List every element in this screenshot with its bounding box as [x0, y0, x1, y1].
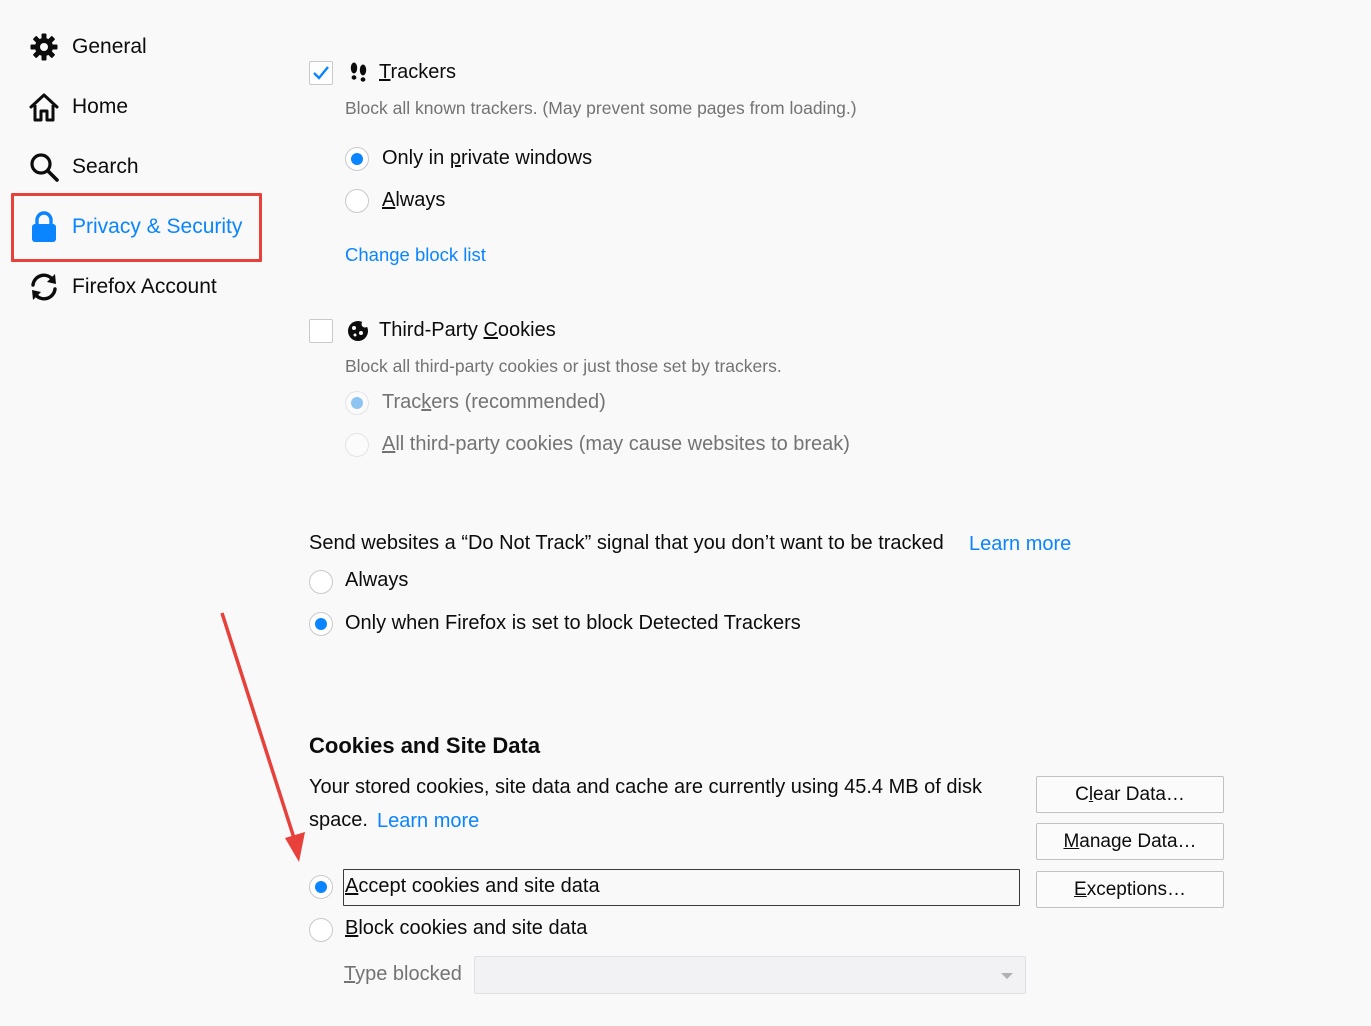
- trackers-private-label[interactable]: Only in private windows: [382, 147, 592, 170]
- dnt-always-radio[interactable]: [309, 570, 333, 594]
- sidebar-item-privacy-security[interactable]: Privacy & Security: [28, 207, 242, 247]
- chevron-down-icon: [1001, 973, 1013, 979]
- change-block-list-link[interactable]: Change block list: [345, 244, 486, 266]
- trackers-private-radio[interactable]: [345, 147, 369, 171]
- dnt-only-trackers-label[interactable]: Only when Firefox is set to block Detect…: [345, 612, 801, 635]
- dnt-description: Send websites a “Do Not Track” signal th…: [309, 532, 944, 554]
- accept-cookies-radio[interactable]: [309, 875, 333, 899]
- third-party-cookies-description: Block all third-party cookies or just th…: [345, 356, 782, 376]
- sidebar-item-search[interactable]: Search: [28, 147, 139, 187]
- type-blocked-select[interactable]: [474, 956, 1026, 994]
- site-data-usage-line2: space.: [309, 809, 368, 831]
- accept-cookies-label[interactable]: Accept cookies and site data: [345, 875, 600, 898]
- dnt-only-trackers-radio[interactable]: [309, 612, 333, 636]
- block-cookies-radio[interactable]: [309, 918, 333, 942]
- manage-data-button[interactable]: Manage Data…: [1036, 823, 1224, 860]
- trackers-always-radio[interactable]: [345, 189, 369, 213]
- search-icon: [28, 151, 60, 183]
- site-data-usage-line1: Your stored cookies, site data and cache…: [309, 776, 982, 798]
- trackers-always-label[interactable]: Always: [382, 189, 445, 212]
- gear-icon: [28, 31, 60, 63]
- type-blocked-label: Type blocked: [344, 963, 462, 985]
- cookies-all-label[interactable]: All third-party cookies (may cause websi…: [382, 433, 850, 456]
- lock-icon: [28, 211, 60, 243]
- trackers-label[interactable]: Trackers: [379, 61, 456, 84]
- cookies-trackers-label[interactable]: Trackers (recommended): [382, 391, 606, 414]
- sidebar-item-home[interactable]: Home: [28, 87, 128, 127]
- clear-data-button[interactable]: Cl ear Data…: [1036, 776, 1224, 813]
- third-party-cookies-checkbox[interactable]: [309, 319, 333, 343]
- trackers-checkbox[interactable]: [309, 61, 333, 85]
- cookie-icon: [347, 320, 369, 347]
- sidebar-item-label: Privacy & Security: [72, 215, 243, 238]
- footprints-icon: [348, 62, 370, 89]
- dnt-always-label[interactable]: Always: [345, 569, 408, 592]
- home-icon: [28, 91, 60, 123]
- sidebar-item-general[interactable]: General: [28, 27, 147, 67]
- sidebar: General Home Search Privacy & Security F…: [0, 0, 280, 1026]
- sidebar-item-label: Search: [72, 155, 139, 178]
- checkmark-icon: [313, 66, 329, 80]
- cookies-all-radio[interactable]: [345, 433, 369, 457]
- third-party-cookies-label[interactable]: Third-Party Cookies: [379, 319, 556, 342]
- dnt-learn-more-link[interactable]: Learn more: [969, 533, 1071, 556]
- sidebar-item-label: Firefox Account: [72, 275, 217, 298]
- sidebar-item-label: Home: [72, 95, 129, 118]
- sidebar-item-label: General: [72, 35, 147, 58]
- site-data-learn-more-link[interactable]: Learn more: [377, 810, 479, 833]
- sync-icon: [28, 271, 60, 303]
- cookies-trackers-radio[interactable]: [345, 391, 369, 415]
- exceptions-button[interactable]: Exceptions…: [1036, 871, 1224, 908]
- site-data-heading: Cookies and Site Data: [309, 733, 541, 758]
- sidebar-item-firefox-account[interactable]: Firefox Account: [28, 267, 217, 307]
- block-cookies-label[interactable]: Block cookies and site data: [345, 917, 587, 940]
- trackers-description: Block all known trackers. (May prevent s…: [345, 98, 857, 118]
